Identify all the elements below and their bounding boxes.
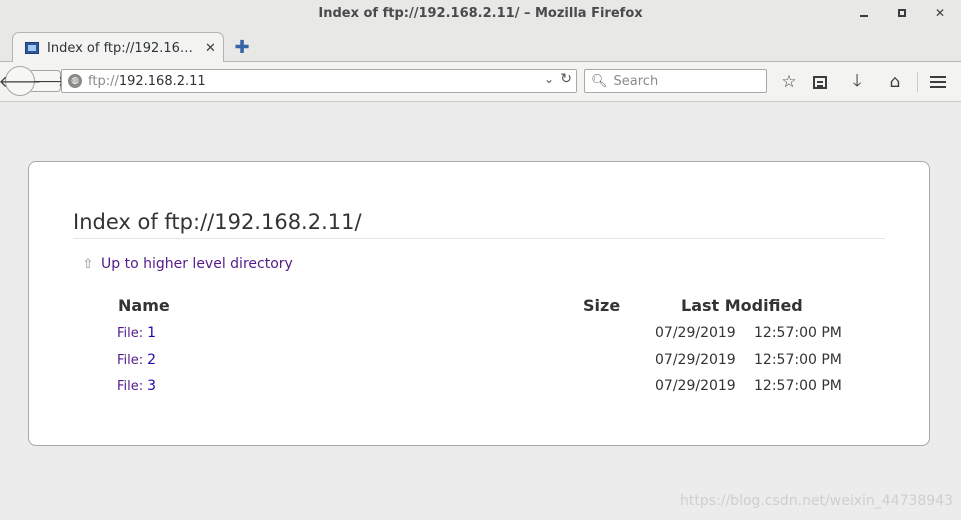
page-content: Index of ftp://192.168.2.11/ ⇧ Up to hig… — [0, 103, 961, 520]
tab-ftp-index[interactable]: Index of ftp://192.16… ✕ — [12, 32, 224, 63]
globe-icon: ◍ — [68, 74, 82, 88]
tab-strip: Index of ftp://192.16… ✕ ✚ — [0, 26, 961, 63]
download-arrow-icon[interactable]: 🡓 — [845, 70, 869, 94]
file-name: 3 — [147, 378, 157, 394]
file-prefix: File: — [117, 326, 144, 341]
toolbar-separator — [917, 72, 918, 92]
new-tab-button[interactable]: ✚ — [232, 37, 252, 58]
minimize-button[interactable] — [853, 3, 875, 23]
window-titlebar: Index of ftp://192.168.2.11/ – Mozilla F… — [0, 0, 961, 26]
url-scheme: ftp:// — [88, 73, 119, 89]
maximize-icon — [898, 9, 906, 17]
page-title: Index of ftp://192.168.2.11/ — [73, 210, 885, 239]
file-time: 12:57:00 PM — [754, 352, 842, 368]
file-link[interactable]: File: 1 — [117, 325, 156, 341]
url-bar[interactable]: ◍ ftp:// 192.168.2.11 ⌄ ↻ — [61, 69, 577, 93]
column-header-last-modified[interactable]: Last Modified — [681, 296, 803, 315]
search-bar[interactable]: 🔍︎ — [584, 69, 767, 93]
back-forward-group: 🡐 🡒 — [0, 66, 66, 96]
tab-close-icon[interactable]: ✕ — [205, 41, 216, 56]
directory-listing-card: Index of ftp://192.168.2.11/ ⇧ Up to hig… — [28, 161, 930, 446]
file-date: 07/29/2019 — [655, 352, 736, 368]
search-input[interactable] — [613, 73, 764, 89]
search-icon: 🔍︎ — [591, 73, 608, 89]
bookmark-star-icon[interactable]: ☆ — [777, 70, 801, 94]
column-header-name[interactable]: Name — [118, 296, 170, 315]
close-window-button[interactable]: ✕ — [929, 3, 951, 23]
up-directory-label: Up to higher level directory — [101, 256, 293, 272]
window-title: Index of ftp://192.168.2.11/ – Mozilla F… — [318, 5, 643, 21]
bookmarks-list-icon[interactable] — [808, 70, 832, 94]
up-arrow-icon: ⇧ — [82, 256, 94, 272]
table-row: File: 3 07/29/2019 12:57:00 PM — [29, 378, 929, 400]
maximize-button[interactable] — [891, 3, 913, 23]
minimize-icon — [860, 15, 868, 17]
navigation-toolbar: 🡐 🡒 ◍ ftp:// 192.168.2.11 ⌄ ↻ 🔍︎ ☆ 🡓 ⌂ — [0, 62, 961, 102]
file-name: 1 — [147, 325, 157, 341]
watermark-text: https://blog.csdn.net/weixin_44738943 — [680, 493, 954, 509]
file-name: 2 — [147, 352, 157, 368]
file-date: 07/29/2019 — [655, 378, 736, 394]
file-link[interactable]: File: 2 — [117, 352, 156, 368]
arrow-left-icon: 🡐 — [0, 72, 42, 91]
url-host: 192.168.2.11 — [118, 73, 206, 89]
file-date: 07/29/2019 — [655, 325, 736, 341]
file-time: 12:57:00 PM — [754, 325, 842, 341]
up-directory-link[interactable]: ⇧ Up to higher level directory — [81, 256, 293, 272]
table-row: File: 2 07/29/2019 12:57:00 PM — [29, 352, 929, 374]
reload-icon[interactable]: ↻ — [560, 71, 572, 87]
table-row: File: 1 07/29/2019 12:57:00 PM — [29, 325, 929, 347]
column-header-size[interactable]: Size — [583, 296, 620, 315]
file-link[interactable]: File: 3 — [117, 378, 156, 394]
close-icon: ✕ — [934, 6, 946, 20]
computer-favicon-icon — [25, 42, 39, 54]
file-prefix: File: — [117, 353, 144, 368]
file-prefix: File: — [117, 379, 144, 394]
file-time: 12:57:00 PM — [754, 378, 842, 394]
back-button[interactable]: 🡐 — [0, 66, 41, 96]
home-icon[interactable]: ⌂ — [883, 70, 907, 94]
tab-label: Index of ftp://192.16… — [47, 40, 193, 56]
hamburger-menu-icon[interactable] — [926, 70, 950, 94]
chevron-down-icon[interactable]: ⌄ — [544, 72, 554, 86]
